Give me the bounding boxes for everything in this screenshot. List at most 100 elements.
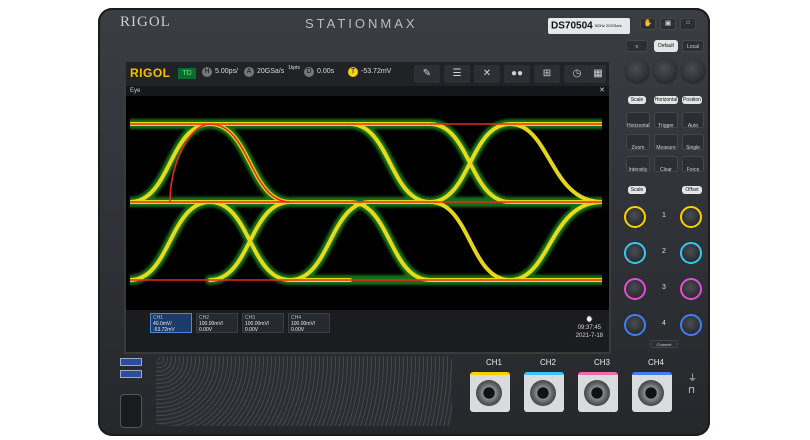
home-button[interactable]: ⌂	[680, 18, 696, 30]
brand-logo: RIGOL	[120, 14, 171, 30]
link-icon: ●●	[510, 68, 524, 79]
trace-core	[209, 123, 291, 203]
screenshot-button[interactable]: ▣	[660, 18, 676, 30]
measure-button[interactable]: Measure	[654, 134, 678, 151]
close-icon[interactable]: ✕	[599, 86, 605, 96]
bnc-connector-icon	[530, 380, 556, 406]
vertical-scale-button[interactable]: Scale	[628, 96, 646, 104]
default-button[interactable]: Default	[654, 40, 678, 52]
zoom-icon: ⊞	[542, 68, 552, 79]
cursor-icon: ☰	[452, 68, 462, 79]
memory-readout: 1kpts	[288, 65, 300, 71]
offset-readout[interactable]: D 0.00s	[304, 67, 334, 77]
zoom-tool-button[interactable]: ⊞	[534, 65, 560, 83]
sample-rate-readout[interactable]: A 20GSa/s	[244, 67, 284, 77]
ch2-number[interactable]: 2	[662, 248, 666, 255]
horizontal-badge: H	[202, 67, 212, 77]
position-button[interactable]: Position	[682, 96, 702, 104]
model-number: DS70504	[551, 20, 593, 32]
navigation-knob[interactable]	[652, 58, 678, 84]
trigger-badge: T	[348, 67, 358, 77]
ch1-input-label: CH1	[486, 358, 503, 367]
cursor-tool-button[interactable]: ☰	[444, 65, 470, 83]
trace-mid	[288, 200, 372, 282]
top-toolbar: RIGOL TD H 5.00ps/ A 20GSa/s 1kpts D 0.00s …	[126, 62, 609, 86]
trace-outer	[505, 197, 602, 285]
ch4-scale-knob[interactable]	[624, 314, 646, 336]
link-tool-button[interactable]: ●●	[504, 65, 530, 83]
series-logo: STATIONMAX	[305, 16, 418, 31]
display-screen: RIGOL TD H 5.00ps/ A 20GSa/s 1kpts D 0.00s …	[124, 60, 611, 354]
ch2-offset-knob[interactable]	[680, 242, 702, 264]
auto-button[interactable]: Auto	[682, 112, 704, 129]
channel-2-box[interactable]: CH2 100.00mV/0.00V	[196, 313, 238, 333]
horizontal-button[interactable]: Horizontal	[654, 96, 678, 104]
channel-3-box[interactable]: CH3 100.00mV/0.00V	[242, 313, 284, 333]
ch4-offset-knob[interactable]	[680, 314, 702, 336]
apps-tool-button[interactable]: ▦	[590, 65, 606, 83]
timebase-readout[interactable]: H 5.00ps/	[202, 67, 238, 77]
history-tool-button[interactable]: ◷	[564, 65, 590, 83]
ch1-bnc-input[interactable]	[470, 372, 510, 412]
channel-1-box[interactable]: CH1 40.0mV/-53.72mV	[150, 313, 192, 333]
menu-button[interactable]: ≡	[626, 40, 648, 52]
ch1-offset-knob[interactable]	[680, 206, 702, 228]
grid-icon: ▦	[593, 68, 603, 79]
screen-logo: RIGOL	[130, 66, 171, 80]
bnc-connector-icon	[584, 380, 610, 406]
trigger-menu-button[interactable]: Trigger	[654, 112, 678, 129]
window-title: Eye	[130, 88, 141, 94]
trigger-readout[interactable]: T -53.72mV	[348, 67, 391, 77]
bnc-connector-icon	[638, 380, 664, 406]
eye-diagram	[130, 119, 602, 285]
mode-badge[interactable]: TD	[178, 68, 196, 79]
ch4-bnc-input[interactable]	[632, 372, 672, 412]
model-spec: 5GHz 20GSa/s	[594, 23, 622, 28]
clock-readout: ⌚ 09:37:45 2021-7-18	[575, 317, 603, 339]
usb-port-2[interactable]	[120, 370, 142, 378]
ruler-tool-button[interactable]: ✎	[414, 65, 440, 83]
eye-traces	[130, 119, 602, 285]
speaker-grille	[156, 356, 452, 426]
touch-lock-button[interactable]: ✋	[640, 18, 656, 30]
trace-mid	[508, 122, 602, 204]
clock-icon: ⌚	[585, 317, 594, 323]
ch1-number[interactable]: 1	[662, 212, 666, 219]
channel-bar: CH1 40.0mV/-53.72mV CH2 100.00mV/0.00V CH3…	[126, 310, 609, 352]
trace-core	[169, 123, 211, 203]
ch3-bnc-input[interactable]	[578, 372, 618, 412]
camera-icon: ▣	[664, 20, 672, 27]
eye-icon: ✕	[482, 68, 492, 79]
window-title-bar: Eye ✕	[126, 86, 609, 96]
usb-port-1[interactable]	[120, 358, 142, 366]
touch-icon: ✋	[643, 20, 653, 27]
clear-button[interactable]: Clear	[654, 156, 678, 173]
ch3-input-label: CH3	[594, 358, 611, 367]
eye-diagram-plot	[130, 102, 602, 302]
eye-tool-button[interactable]: ✕	[474, 65, 500, 83]
intensity-button[interactable]: Intensity	[626, 156, 650, 173]
force-button[interactable]: Force	[682, 156, 704, 173]
ch3-offset-knob[interactable]	[680, 278, 702, 300]
zoom-button[interactable]: Zoom	[626, 134, 650, 151]
history-icon: ◷	[572, 68, 582, 79]
intensity-knob[interactable]	[680, 58, 706, 84]
channel-scale-button[interactable]: Scale	[628, 186, 646, 194]
ch1-scale-knob[interactable]	[624, 206, 646, 228]
ch2-scale-knob[interactable]	[624, 242, 646, 264]
single-button[interactable]: Single	[682, 134, 704, 151]
ch3-number[interactable]: 3	[662, 284, 666, 291]
channel-offset-button[interactable]: Offset	[682, 186, 702, 194]
ruler-icon: ✎	[422, 68, 432, 79]
channel-4-box[interactable]: CH4 100.00mV/0.00V	[288, 313, 330, 333]
ch2-input-label: CH2	[540, 358, 557, 367]
power-button[interactable]	[120, 394, 142, 428]
ch4-number[interactable]: 4	[662, 320, 666, 327]
ground-terminal-icon[interactable]: ⏚ ⊓	[688, 372, 700, 408]
horizontal-menu-button[interactable]: Horizontal	[626, 112, 650, 129]
ch2-bnc-input[interactable]	[524, 372, 564, 412]
ch3-scale-knob[interactable]	[624, 278, 646, 300]
multipurpose-knob[interactable]	[624, 58, 650, 84]
ch4-input-label: CH4	[648, 358, 665, 367]
local-button[interactable]: Local	[682, 40, 704, 52]
